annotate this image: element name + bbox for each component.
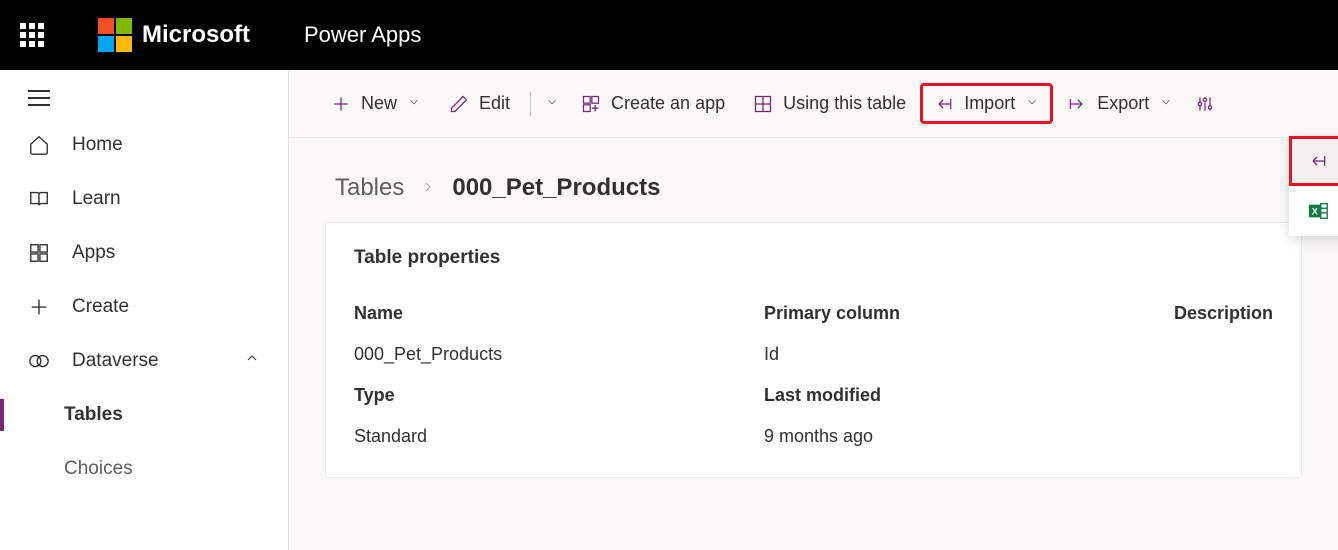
sidebar-item-apps[interactable]: Apps — [0, 226, 288, 280]
toolbar-label: Import — [964, 93, 1015, 114]
prop-value-primary: Id — [764, 338, 1174, 371]
toolbar-label: Export — [1097, 93, 1149, 114]
import-data-menu-item[interactable]: Import data — [1289, 136, 1338, 186]
toolbar-label: New — [361, 93, 397, 114]
settings-button[interactable] — [1189, 86, 1221, 122]
prop-value-description — [1174, 338, 1273, 371]
table-properties-card: Table properties Name Primary column Des… — [325, 222, 1302, 478]
sidebar-item-label: Apps — [72, 242, 115, 264]
microsoft-logo-icon — [98, 18, 132, 52]
import-icon — [934, 94, 954, 114]
import-excel-menu-item[interactable]: X Import data from Excel — [1289, 186, 1338, 236]
hamburger-icon — [28, 90, 50, 106]
edit-more-button[interactable] — [539, 85, 565, 122]
svg-text:X: X — [1312, 207, 1319, 217]
menu-toggle-button[interactable] — [0, 78, 288, 118]
toolbar-label: Create an app — [611, 93, 725, 114]
sidebar-item-label: Tables — [64, 404, 123, 426]
company-name: Microsoft — [142, 21, 250, 49]
chevron-up-icon — [244, 350, 260, 372]
import-button[interactable]: Import — [922, 85, 1051, 122]
home-icon — [28, 134, 50, 156]
table-icon — [753, 94, 773, 114]
main-content: New Edit Create an — [289, 70, 1338, 550]
excel-icon: X — [1307, 200, 1329, 222]
new-button[interactable]: New — [319, 85, 433, 122]
toolbar-label: Using this table — [783, 93, 906, 114]
book-icon — [28, 188, 50, 210]
sidebar-item-dataverse[interactable]: Dataverse — [0, 334, 288, 388]
prop-value-type: Standard — [354, 420, 764, 453]
chevron-down-icon — [1025, 93, 1039, 114]
sidebar-item-create[interactable]: Create — [0, 280, 288, 334]
edit-button[interactable]: Edit — [437, 85, 522, 122]
sidebar-item-choices[interactable]: Choices — [0, 442, 288, 496]
breadcrumb: Tables 000_Pet_Products — [289, 138, 1338, 222]
app-plus-icon — [581, 94, 601, 114]
sidebar-item-label: Choices — [64, 458, 133, 480]
chevron-down-icon — [545, 93, 559, 114]
divider — [530, 92, 531, 116]
import-dropdown: Import data X Import data from Excel — [1289, 136, 1338, 236]
toolbar: New Edit Create an — [289, 70, 1338, 138]
prop-value-modified: 9 months ago — [764, 420, 1174, 453]
breadcrumb-current: 000_Pet_Products — [452, 174, 660, 202]
breadcrumb-parent[interactable]: Tables — [335, 174, 404, 202]
prop-value-name: 000_Pet_Products — [354, 338, 764, 371]
prop-label-primary: Primary column — [764, 297, 1174, 330]
import-icon — [1307, 150, 1329, 172]
sidebar-item-label: Home — [72, 134, 123, 156]
card-title: Table properties — [354, 247, 1273, 269]
grid-icon — [28, 242, 50, 264]
plus-icon — [331, 94, 351, 114]
export-icon — [1067, 94, 1087, 114]
sidebar-item-home[interactable]: Home — [0, 118, 288, 172]
sidebar-item-label: Create — [72, 296, 129, 318]
using-table-button[interactable]: Using this table — [741, 85, 918, 122]
sidebar-item-tables[interactable]: Tables — [0, 388, 288, 442]
app-header: Microsoft Power Apps — [0, 0, 1338, 70]
toolbar-label: Edit — [479, 93, 510, 114]
pencil-icon — [449, 94, 469, 114]
prop-label-name: Name — [354, 297, 764, 330]
microsoft-logo[interactable]: Microsoft — [98, 18, 250, 52]
export-button[interactable]: Export — [1055, 85, 1185, 122]
app-launcher-icon[interactable] — [20, 23, 44, 47]
chevron-right-icon — [420, 174, 436, 202]
create-app-button[interactable]: Create an app — [569, 85, 737, 122]
prop-label-modified: Last modified — [764, 379, 1174, 412]
chevron-down-icon — [407, 93, 421, 114]
sidebar-item-label: Dataverse — [72, 350, 159, 372]
sliders-icon — [1195, 94, 1215, 114]
plus-icon — [28, 296, 50, 318]
prop-label-type: Type — [354, 379, 764, 412]
prop-label-description: Description — [1174, 297, 1273, 330]
dataverse-icon — [28, 350, 50, 372]
app-name: Power Apps — [304, 22, 421, 48]
chevron-down-icon — [1159, 93, 1173, 114]
sidebar: Home Learn Apps Create Dataverse — [0, 70, 289, 550]
sidebar-item-learn[interactable]: Learn — [0, 172, 288, 226]
sidebar-item-label: Learn — [72, 188, 121, 210]
